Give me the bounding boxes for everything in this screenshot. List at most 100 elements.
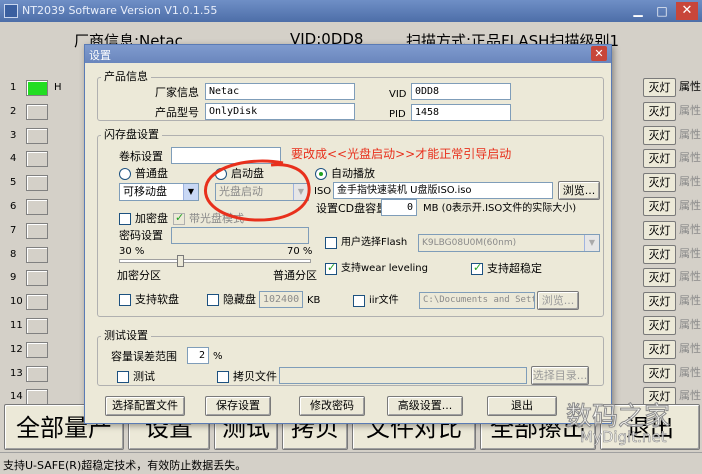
- minimize-button[interactable]: ▁: [628, 2, 648, 20]
- light-off-button[interactable]: 灭灯: [643, 316, 676, 335]
- port-led: [26, 175, 48, 191]
- light-off-button[interactable]: 灭灯: [643, 149, 676, 168]
- light-off-button[interactable]: 灭灯: [643, 221, 676, 240]
- light-off-button[interactable]: 灭灯: [643, 197, 676, 216]
- product-info-title: 产品信息: [101, 71, 151, 83]
- status-bar: 支持U-SAFE(R)超稳定技术，有效防止数据丢失。: [0, 452, 702, 474]
- attribute-label[interactable]: 属性: [679, 318, 701, 332]
- port-led: [26, 151, 48, 167]
- app-icon: [4, 4, 18, 18]
- dialog-close-button[interactable]: ✕: [591, 46, 607, 61]
- attribute-label[interactable]: 属性: [679, 104, 701, 118]
- range-field[interactable]: 2: [187, 347, 209, 364]
- light-off-button[interactable]: 灭灯: [643, 173, 676, 192]
- row1-drive-letter: H: [54, 82, 62, 93]
- iir-checkbox[interactable]: [353, 295, 365, 307]
- user-flash-label: 用户选择Flash: [341, 237, 408, 248]
- close-button[interactable]: ✕: [676, 2, 698, 20]
- attribute-label[interactable]: 属性: [679, 223, 701, 237]
- annotation-circle: [204, 159, 311, 222]
- copy-path-field[interactable]: [279, 367, 527, 384]
- flash-settings-title: 闪存盘设置: [101, 129, 162, 141]
- password-field[interactable]: [171, 227, 309, 244]
- pid-label: PID: [389, 109, 406, 120]
- iso-browse-button[interactable]: 浏览...: [558, 181, 600, 200]
- row-number: 6: [10, 201, 17, 212]
- vendor-field[interactable]: Netac: [205, 83, 355, 100]
- wear-leveling-checkbox[interactable]: [325, 261, 337, 275]
- autoplay-label: 自动播放: [331, 167, 375, 180]
- light-off-button[interactable]: 灭灯: [643, 364, 676, 383]
- dialog-title: 设置: [89, 49, 111, 62]
- attribute-label[interactable]: 属性: [679, 342, 701, 356]
- row-number: 11: [10, 320, 23, 331]
- test-checkbox[interactable]: [117, 371, 129, 383]
- hidden-disk-label: 隐藏盘: [223, 293, 256, 306]
- port-led: [26, 104, 48, 120]
- light-off-button[interactable]: 灭灯: [643, 78, 676, 97]
- wear-leveling-label: 支持wear leveling: [341, 263, 428, 274]
- pid-field[interactable]: 1458: [411, 104, 511, 121]
- normal-type-combo[interactable]: 可移动盘 ▼: [119, 183, 199, 201]
- floppy-checkbox[interactable]: [119, 294, 131, 306]
- with-cd-checkbox[interactable]: [173, 211, 185, 225]
- maximize-button[interactable]: □: [652, 2, 672, 20]
- port-led: [26, 270, 48, 286]
- encrypt-disk-label: 加密盘: [135, 212, 168, 225]
- copy-file-checkbox[interactable]: [217, 371, 229, 383]
- light-off-button[interactable]: 灭灯: [643, 268, 676, 287]
- light-off-button[interactable]: 灭灯: [643, 245, 676, 264]
- port-led: [26, 223, 48, 239]
- light-off-button[interactable]: 灭灯: [643, 126, 676, 145]
- iso-field[interactable]: 金手指快速装机 U盘版ISO.iso: [333, 182, 553, 199]
- iir-browse-button[interactable]: 浏览...: [537, 291, 579, 310]
- user-flash-checkbox[interactable]: [325, 237, 337, 249]
- port-led: [26, 128, 48, 144]
- hidden-disk-checkbox[interactable]: [207, 294, 219, 306]
- light-off-button[interactable]: 灭灯: [643, 340, 676, 359]
- normal-type-value: 可移动盘: [123, 185, 167, 198]
- attribute-label[interactable]: 属性: [679, 247, 701, 261]
- normal-disk-radio[interactable]: [119, 168, 131, 180]
- attribute-label[interactable]: 属性: [679, 199, 701, 213]
- attribute-label[interactable]: 属性: [679, 175, 701, 189]
- vid-field[interactable]: 0DD8: [411, 83, 511, 100]
- copy-file-label: 拷贝文件: [233, 370, 277, 383]
- settings-dialog: 设置 ✕ 产品信息 厂家信息 Netac 产品型号 OnlyDisk VID 0…: [84, 44, 612, 424]
- save-settings-button[interactable]: 保存设置: [205, 396, 271, 416]
- hidden-size-field[interactable]: 102400: [259, 291, 303, 308]
- attribute-label[interactable]: 属性: [679, 294, 701, 308]
- attribute-label[interactable]: 属性: [679, 128, 701, 142]
- attribute-label[interactable]: 属性: [679, 80, 701, 94]
- super-stable-checkbox[interactable]: [471, 261, 483, 275]
- attribute-label[interactable]: 属性: [679, 270, 701, 284]
- port-led: [26, 199, 48, 215]
- vid-label: VID: [389, 89, 407, 100]
- port-led: [26, 366, 48, 382]
- partition-slider-thumb[interactable]: [177, 255, 184, 267]
- light-off-button[interactable]: 灭灯: [643, 102, 676, 121]
- change-password-button[interactable]: 修改密码: [299, 396, 365, 416]
- select-dir-button[interactable]: 选择目录...: [531, 366, 589, 385]
- row-number: 13: [10, 368, 23, 379]
- light-off-button[interactable]: 灭灯: [643, 292, 676, 311]
- row-number: 4: [10, 153, 17, 164]
- advanced-settings-button[interactable]: 高级设置...: [387, 396, 463, 416]
- annotation-text: 要改成<<光盘启动>>才能正常引导启动: [291, 147, 512, 161]
- cd-capacity-field[interactable]: 0: [381, 199, 417, 216]
- model-field[interactable]: OnlyDisk: [205, 103, 355, 120]
- partition-slider-track[interactable]: [119, 259, 311, 263]
- select-config-button[interactable]: 选择配置文件: [105, 396, 185, 416]
- iir-label: iir文件: [369, 295, 399, 306]
- row-number: 10: [10, 296, 23, 307]
- iir-field[interactable]: C:\Documents and Sett: [419, 292, 535, 309]
- user-flash-combo[interactable]: K9LBG08U0M(60nm) ▼: [418, 234, 600, 252]
- attribute-label[interactable]: 属性: [679, 151, 701, 165]
- dialog-exit-button[interactable]: 退出: [487, 396, 557, 416]
- cd-capacity-label: 设置CD盘容量: [316, 202, 388, 215]
- attribute-label[interactable]: 属性: [679, 366, 701, 380]
- watermark-line2: MyDigit.net: [580, 428, 667, 447]
- attribute-label[interactable]: 属性: [679, 389, 701, 403]
- encrypt-disk-checkbox[interactable]: [119, 213, 131, 225]
- port-led: [26, 80, 48, 96]
